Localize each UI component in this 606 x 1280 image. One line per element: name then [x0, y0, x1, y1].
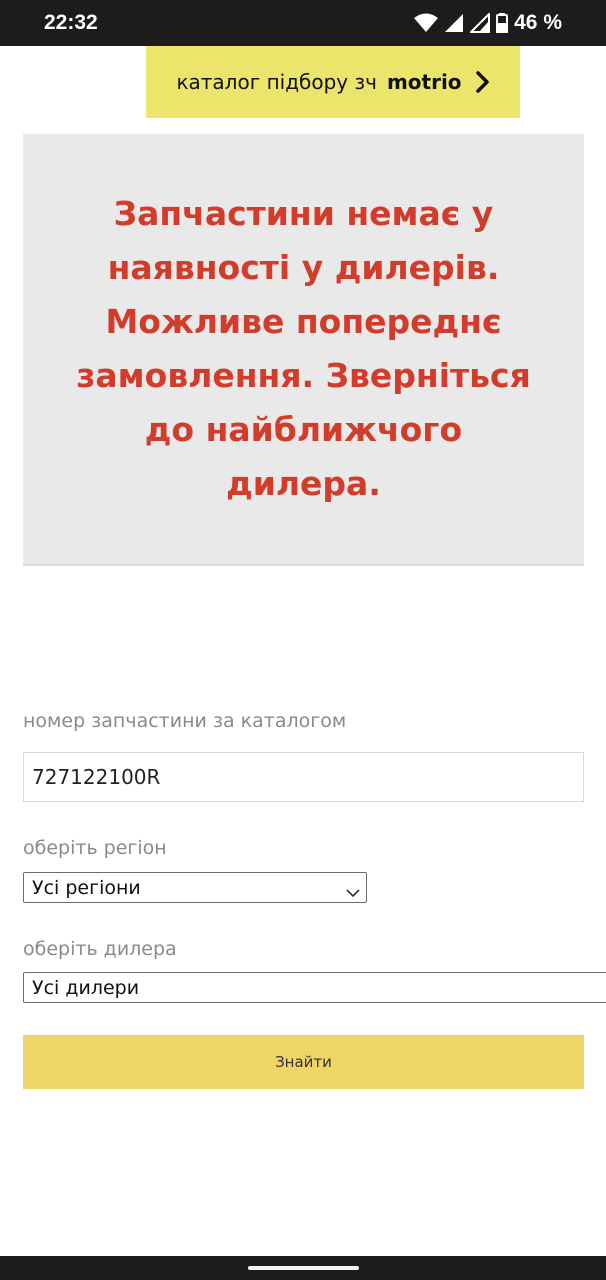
find-button[interactable]: Знайти: [23, 1035, 584, 1089]
region-select-value: Усі регіони: [32, 876, 141, 899]
chevron-down-icon: [346, 881, 360, 903]
dealer-label: оберіть дилера: [23, 938, 177, 960]
battery-percent: 46 %: [514, 11, 562, 34]
battery-icon: [496, 13, 509, 33]
signal-icon: [470, 13, 491, 33]
catalog-link-label: каталог підбору зч: [176, 70, 377, 94]
catalog-link-button[interactable]: каталог підбору зч motrio: [146, 46, 520, 118]
dealer-select-value: Усі дилери: [32, 976, 140, 999]
status-bar: 22:32 46 %: [0, 0, 606, 46]
availability-notice: Запчастини немає у наявності у дилерів. …: [23, 134, 584, 566]
chevron-right-icon: [475, 71, 490, 93]
wifi-icon: [414, 13, 439, 33]
status-icons: 46 %: [414, 11, 562, 35]
status-time: 22:32: [44, 11, 98, 34]
signal-icon: [444, 13, 464, 33]
part-number-label: номер запчастини за каталогом: [23, 710, 347, 732]
catalog-link-brand: motrio: [386, 70, 462, 94]
home-indicator[interactable]: [248, 1266, 359, 1270]
part-number-input[interactable]: [23, 752, 584, 802]
notice-message: Запчастини немає у наявності у дилерів. …: [76, 194, 531, 503]
dealer-select[interactable]: Усі дилери: [23, 972, 606, 1003]
region-select[interactable]: Усі регіони: [23, 872, 367, 903]
region-label: оберіть регіон: [23, 837, 167, 859]
